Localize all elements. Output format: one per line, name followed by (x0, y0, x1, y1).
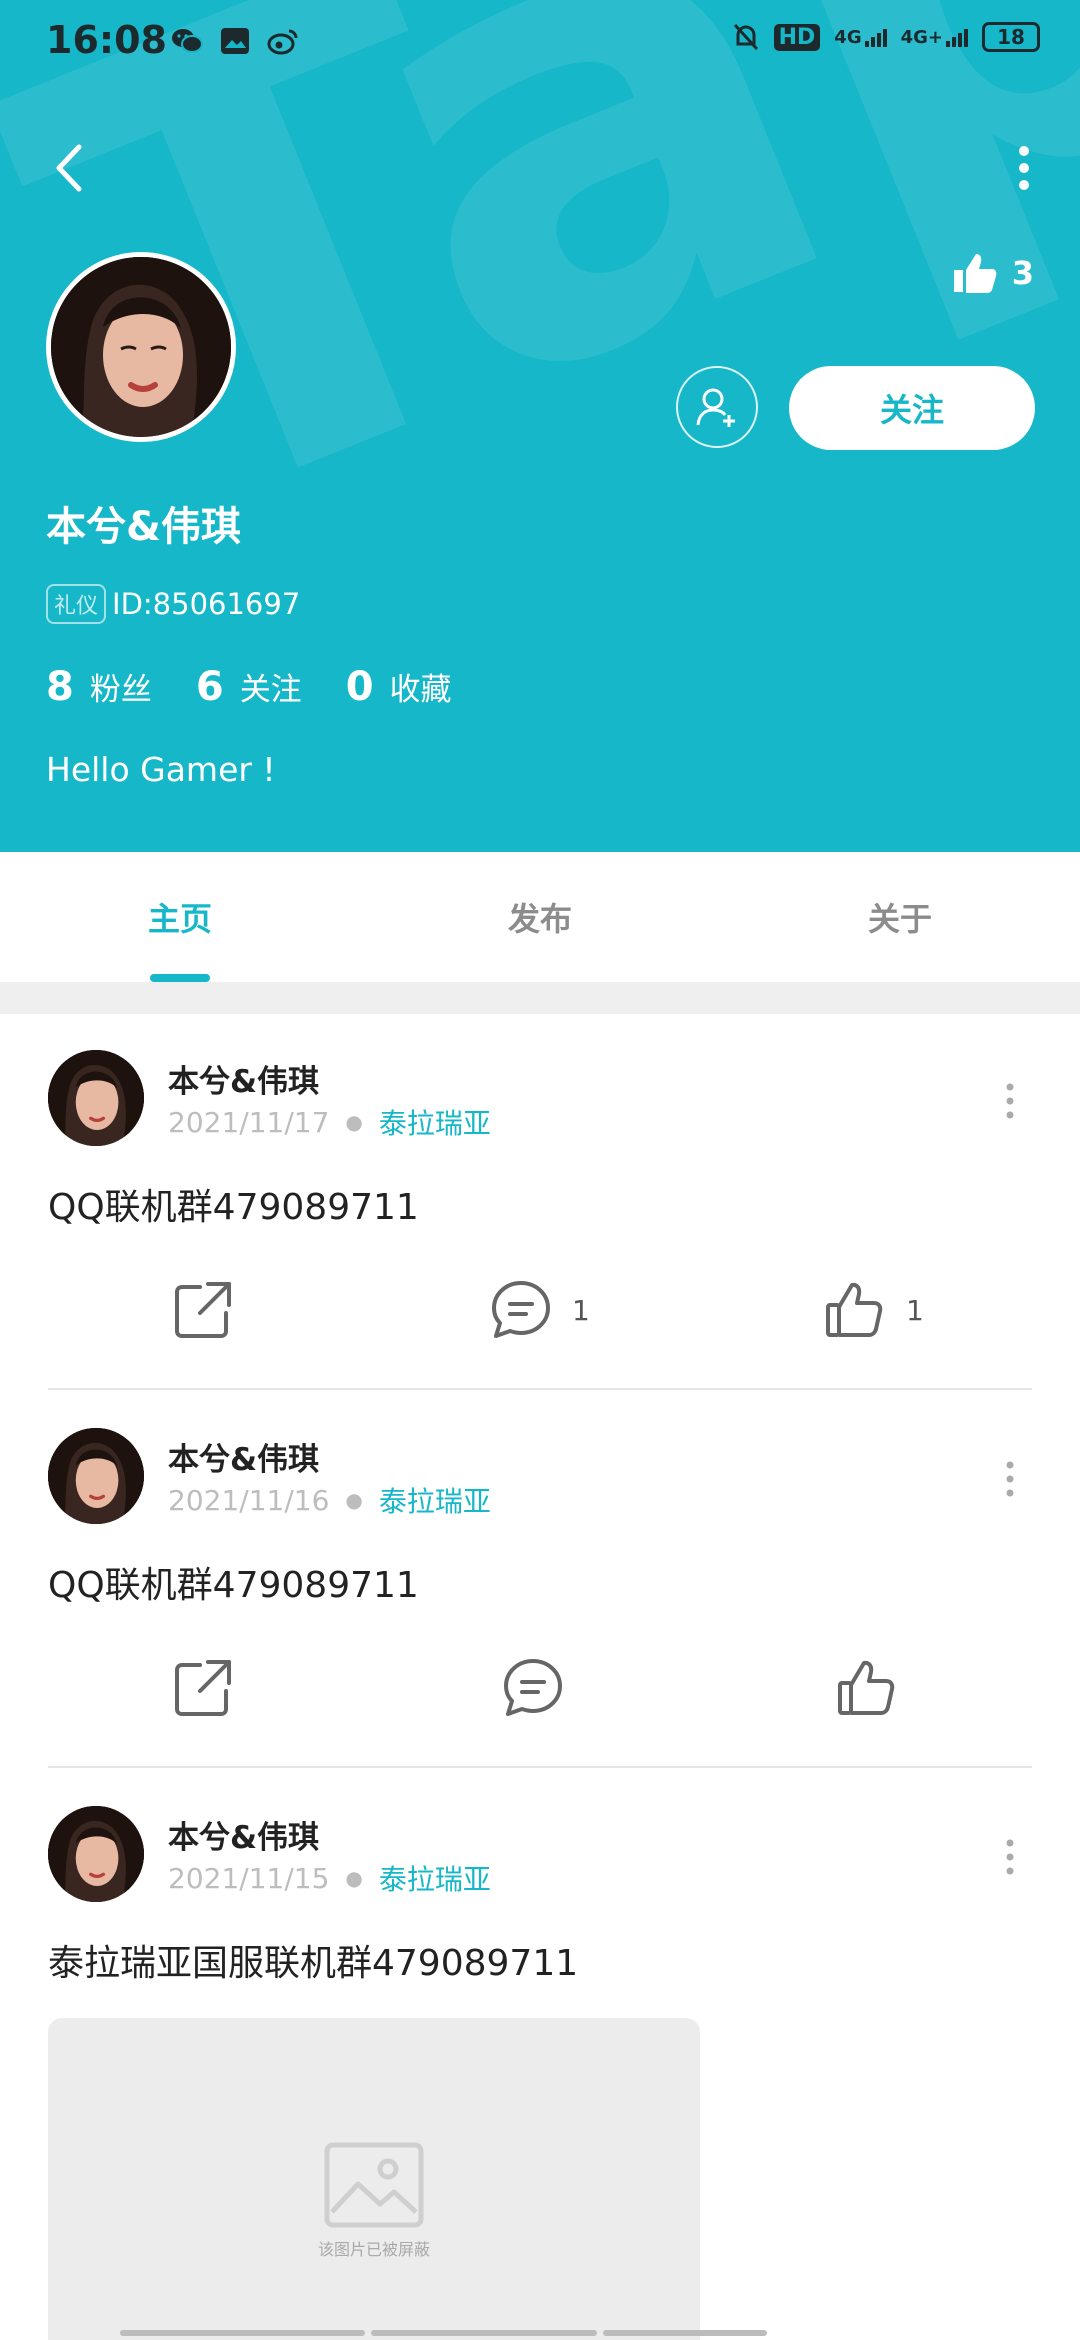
stat-favorites[interactable]: 0 收藏 (346, 664, 452, 710)
post-image-placeholder[interactable]: 该图片已被屏蔽 (48, 2018, 700, 2340)
status-app-icons (170, 24, 300, 58)
image-blocked-icon (324, 2142, 424, 2228)
more-vertical-icon (1006, 1461, 1014, 1497)
profile-like-count: 3 (1011, 254, 1034, 292)
post-divider (48, 1388, 1032, 1390)
image-icon (218, 24, 252, 58)
post-date: 2021/11/16 (168, 1483, 330, 1517)
stat-favorites-count: 0 (345, 664, 374, 710)
comment-button[interactable] (502, 1648, 584, 1728)
tab-posts[interactable]: 发布 (360, 852, 720, 982)
meta-separator: ● (345, 1110, 363, 1134)
profile-like-area[interactable]: 3 (952, 250, 1034, 296)
more-vertical-icon (1019, 146, 1029, 190)
comment-button[interactable]: 1 (490, 1270, 590, 1350)
post-divider (48, 1766, 1032, 1768)
post-author-avatar[interactable] (48, 1806, 144, 1902)
thumbs-up-icon (953, 254, 997, 293)
post-content[interactable]: QQ联机群479089711 (48, 1178, 419, 1230)
post-meta: 2021/11/16 ● 泰拉瑞亚 (168, 1480, 491, 1520)
post-author-name[interactable]: 本兮&伟琪 (168, 1434, 319, 1479)
post-header: 本兮&伟琪 2021/11/17 ● 泰拉瑞亚 (48, 1050, 1038, 1150)
share-button[interactable] (172, 1648, 234, 1728)
hd-badge: HD (773, 23, 821, 51)
like-count: 1 (906, 1293, 924, 1327)
add-user-icon (696, 388, 735, 427)
follow-button[interactable]: 关注 (789, 366, 1035, 450)
status-bar: 16:08 HD 4G 4G+ 18 (0, 0, 1080, 84)
meta-separator: ● (345, 1866, 363, 1890)
image-blocked-label: 该图片已被屏蔽 (317, 2240, 430, 2259)
share-icon (175, 1660, 231, 1716)
comment-count: 1 (572, 1293, 590, 1327)
post-date: 2021/11/17 (168, 1105, 330, 1139)
mute-bell-icon (732, 22, 760, 52)
post-actions: 1 1 (0, 1270, 1080, 1350)
comment-icon (504, 1659, 562, 1716)
profile-id-row: 礼仪 ID:85061697 (46, 584, 300, 624)
profile-avatar[interactable] (46, 252, 236, 442)
signal-4g: 4G (834, 27, 887, 48)
post-author-name[interactable]: 本兮&伟琪 (168, 1812, 319, 1857)
post-author-avatar[interactable] (48, 1428, 144, 1524)
tab-about[interactable]: 关于 (720, 852, 1080, 982)
post-author-name[interactable]: 本兮&伟琪 (168, 1056, 319, 1101)
profile-tabs: 主页 发布 关于 (0, 852, 1080, 982)
stat-following-count: 6 (195, 664, 224, 710)
post-date: 2021/11/15 (168, 1861, 330, 1895)
post-header: 本兮&伟琪 2021/11/16 ● 泰拉瑞亚 (48, 1428, 1038, 1528)
profile-stats: 8 粉丝 6 关注 0 收藏 (46, 664, 452, 710)
stat-following[interactable]: 6 关注 (196, 664, 302, 710)
post-header: 本兮&伟琪 2021/11/15 ● 泰拉瑞亚 (48, 1806, 1038, 1906)
post-actions (0, 1648, 1080, 1728)
thumbs-up-icon (838, 1660, 895, 1715)
stat-followers[interactable]: 8 粉丝 (46, 664, 152, 710)
post-author-avatar[interactable] (48, 1050, 144, 1146)
profile-badge: 礼仪 (46, 584, 107, 624)
wechat-icon (170, 24, 204, 58)
post-game-tag[interactable]: 泰拉瑞亚 (379, 1102, 491, 1142)
post-game-tag[interactable]: 泰拉瑞亚 (379, 1858, 491, 1898)
post-content[interactable]: 泰拉瑞亚国服联机群479089711 (48, 1934, 578, 1986)
like-button[interactable]: 1 (824, 1270, 924, 1350)
post-more-button[interactable] (998, 1076, 1022, 1126)
post-meta: 2021/11/17 ● 泰拉瑞亚 (168, 1102, 491, 1142)
tab-home[interactable]: 主页 (0, 852, 360, 982)
like-button[interactable] (836, 1648, 918, 1728)
post-meta: 2021/11/15 ● 泰拉瑞亚 (168, 1858, 491, 1898)
status-time: 16:08 (46, 18, 167, 62)
back-button[interactable] (44, 138, 94, 198)
stat-following-label: 关注 (239, 672, 302, 708)
weibo-icon (266, 24, 300, 58)
section-divider (0, 982, 1080, 1014)
stat-followers-count: 8 (46, 664, 74, 710)
gesture-indicator (120, 2330, 960, 2336)
post-more-button[interactable] (998, 1454, 1022, 1504)
post-more-button[interactable] (998, 1832, 1022, 1882)
profile-header: Tap 16:08 HD 4G 4G+ 18 3 关注 本兮&伟琪 礼仪 ID:… (0, 0, 1080, 852)
post-content[interactable]: QQ联机群479089711 (48, 1556, 419, 1608)
share-icon (175, 1282, 231, 1338)
profile-id: ID:85061697 (112, 587, 301, 621)
stat-favorites-label: 收藏 (389, 672, 452, 708)
signal-4g-plus: 4G+ (901, 27, 968, 48)
profile-username: 本兮&伟琪 (46, 504, 241, 550)
more-vertical-icon (1006, 1083, 1014, 1119)
status-indicators: HD 4G 4G+ 18 (732, 22, 1040, 52)
stat-followers-label: 粉丝 (89, 672, 152, 708)
post-game-tag[interactable]: 泰拉瑞亚 (379, 1480, 491, 1520)
profile-bio: Hello Gamer ! (46, 750, 276, 789)
more-vertical-icon (1006, 1839, 1014, 1875)
more-options-button[interactable] (1004, 140, 1044, 196)
comment-icon (492, 1281, 550, 1338)
thumbs-up-icon (826, 1282, 883, 1337)
chevron-left-icon (56, 144, 82, 192)
battery-indicator: 18 (982, 22, 1040, 52)
share-button[interactable] (172, 1270, 234, 1350)
add-friend-button[interactable] (676, 366, 758, 448)
meta-separator: ● (345, 1488, 363, 1512)
